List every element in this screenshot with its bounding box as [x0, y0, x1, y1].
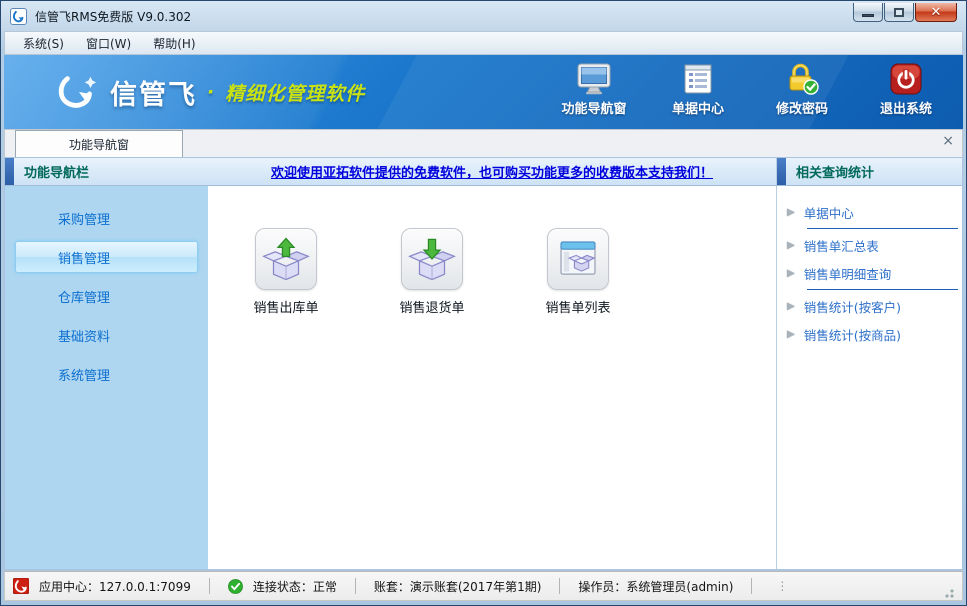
- brand-slogan: 精细化管理软件: [225, 79, 365, 106]
- triangle-bullet-icon: ▶: [787, 268, 795, 279]
- welcome-link[interactable]: 欢迎使用亚拓软件提供的免费软件，也可购买功能更多的收费版本支持我们！: [271, 162, 713, 181]
- query-panel: ▶ 单据中心 ▶ 销售单汇总表 ▶ 销售单明细查询 ▶ 销售统计(按客户) ▶ …: [776, 186, 962, 569]
- tool-doc-center-label: 单据中心: [672, 98, 724, 117]
- query-item-label: 销售单明细查询: [804, 264, 892, 283]
- tool-nav-window-label: 功能导航窗: [561, 98, 626, 117]
- menu-help[interactable]: 帮助(H): [143, 32, 205, 55]
- sidebar-item-basic-data[interactable]: 基础资料: [15, 319, 198, 351]
- query-panel-title: 相关查询统计: [796, 162, 874, 181]
- window-title: 信管飞RMS免费版 V9.0.302: [33, 8, 847, 25]
- accent-bar: [777, 158, 786, 185]
- status-separator: [559, 578, 560, 594]
- query-item-sales-detail[interactable]: ▶ 销售单明细查询: [777, 261, 962, 285]
- shortcut-label: 销售退货单: [399, 297, 464, 316]
- shortcut-sales-outbound[interactable]: 销售出库单: [238, 228, 334, 316]
- query-item-sales-summary[interactable]: ▶ 销售单汇总表: [777, 233, 962, 257]
- sidebar-item-sales[interactable]: 销售管理: [15, 241, 198, 273]
- query-panel-header: 相关查询统计: [776, 158, 962, 185]
- status-connection: 连接状态：正常: [253, 578, 337, 595]
- query-item-label: 销售单汇总表: [804, 236, 879, 255]
- menu-window[interactable]: 窗口(W): [76, 32, 141, 55]
- close-button[interactable]: ✕: [915, 3, 957, 22]
- shortcut-label: 销售单列表: [545, 297, 610, 316]
- tool-doc-center[interactable]: 单据中心: [659, 63, 737, 117]
- tool-exit-system-label: 退出系统: [880, 98, 932, 117]
- app-center-icon: [13, 578, 29, 594]
- tool-change-password[interactable]: 修改密码: [763, 63, 841, 117]
- tool-change-password-label: 修改密码: [776, 98, 828, 117]
- query-item-label: 单据中心: [804, 203, 854, 222]
- sidebar-item-purchase[interactable]: 采购管理: [15, 202, 198, 234]
- content-area: 采购管理 销售管理 仓库管理 基础资料 系统管理: [4, 186, 963, 570]
- banner-toolbar: 功能导航窗 单据中心: [555, 63, 945, 117]
- banner: 信管飞 · 精细化管理软件 功能导航窗: [4, 55, 963, 129]
- brand-logo-icon: [56, 72, 100, 112]
- group-separator: [807, 228, 958, 229]
- accent-bar: [5, 158, 14, 185]
- main-panel: 销售出库单 销售退货单: [208, 186, 776, 569]
- tool-exit-system[interactable]: 退出系统: [867, 63, 945, 117]
- tool-nav-window[interactable]: 功能导航窗: [555, 63, 633, 117]
- close-icon: ✕: [931, 6, 942, 19]
- monitor-icon: [576, 63, 612, 95]
- title-bar: 信管飞RMS免费版 V9.0.302 ✕: [4, 1, 963, 31]
- shortcut-sales-return[interactable]: 销售退货单: [384, 228, 480, 316]
- nav-panel-header: 功能导航栏: [5, 158, 208, 185]
- status-account: 账套：演示账套(2017年第1期): [374, 578, 542, 595]
- group-separator: [807, 289, 958, 290]
- shortcut-sales-list[interactable]: 销售单列表: [530, 228, 626, 316]
- status-drag-dots: ⋮: [776, 579, 787, 593]
- menu-bar: 系统(S) 窗口(W) 帮助(H): [4, 31, 963, 55]
- shortcut-label: 销售出库单: [253, 297, 318, 316]
- box-arrow-down-icon: [401, 228, 463, 290]
- brand: 信管飞 · 精细化管理软件: [56, 72, 365, 112]
- status-operator: 操作员：系统管理员(admin): [578, 578, 733, 595]
- tab-close-icon[interactable]: ×: [942, 134, 954, 148]
- brand-name: 信管飞: [110, 73, 197, 112]
- triangle-bullet-icon: ▶: [787, 207, 795, 218]
- minimize-icon: [862, 14, 874, 17]
- query-item-stats-product[interactable]: ▶ 销售统计(按商品): [777, 322, 962, 346]
- menu-system[interactable]: 系统(S): [13, 32, 74, 55]
- query-item-label: 销售统计(按客户): [804, 297, 901, 316]
- minimize-button[interactable]: [853, 3, 883, 22]
- window-list-icon: [547, 228, 609, 290]
- nav-sidebar: 采购管理 销售管理 仓库管理 基础资料 系统管理: [5, 186, 208, 569]
- connection-ok-icon: [228, 579, 243, 594]
- power-icon: [889, 63, 923, 95]
- triangle-bullet-icon: ▶: [787, 301, 795, 312]
- tab-strip: 功能导航窗 ×: [4, 129, 963, 157]
- query-item-doc-center[interactable]: ▶ 单据中心: [777, 200, 962, 224]
- brand-slogan-sep: ·: [207, 81, 215, 103]
- query-item-label: 销售统计(按商品): [804, 325, 901, 344]
- maximize-icon: [894, 8, 904, 17]
- status-bar: 应用中心：127.0.0.1:7099 连接状态：正常 账套：演示账套(2017…: [4, 571, 963, 601]
- welcome-bar: 欢迎使用亚拓软件提供的免费软件，也可购买功能更多的收费版本支持我们！: [208, 158, 776, 185]
- sidebar-item-warehouse[interactable]: 仓库管理: [15, 280, 198, 312]
- tab-nav-window[interactable]: 功能导航窗: [15, 130, 183, 157]
- triangle-bullet-icon: ▶: [787, 240, 795, 251]
- status-separator: [355, 578, 356, 594]
- app-logo-icon: [10, 8, 27, 25]
- section-header-strip: 功能导航栏 欢迎使用亚拓软件提供的免费软件，也可购买功能更多的收费版本支持我们！…: [4, 157, 963, 186]
- shortcut-row: 销售出库单 销售退货单: [208, 186, 776, 316]
- nav-panel-title: 功能导航栏: [24, 162, 89, 181]
- app-window: 信管飞RMS免费版 V9.0.302 ✕ 系统(S) 窗口(W) 帮助(H) 信…: [0, 0, 967, 606]
- status-separator: [209, 578, 210, 594]
- lock-check-icon: [785, 63, 819, 95]
- status-separator: [751, 578, 752, 594]
- box-arrow-up-icon: [255, 228, 317, 290]
- query-item-stats-customer[interactable]: ▶ 销售统计(按客户): [777, 294, 962, 318]
- resize-grip[interactable]: [942, 586, 954, 598]
- maximize-button[interactable]: [884, 3, 914, 22]
- status-app-center: 应用中心：127.0.0.1:7099: [39, 578, 191, 595]
- sidebar-item-system[interactable]: 系统管理: [15, 358, 198, 390]
- document-list-icon: [682, 63, 714, 95]
- triangle-bullet-icon: ▶: [787, 329, 795, 340]
